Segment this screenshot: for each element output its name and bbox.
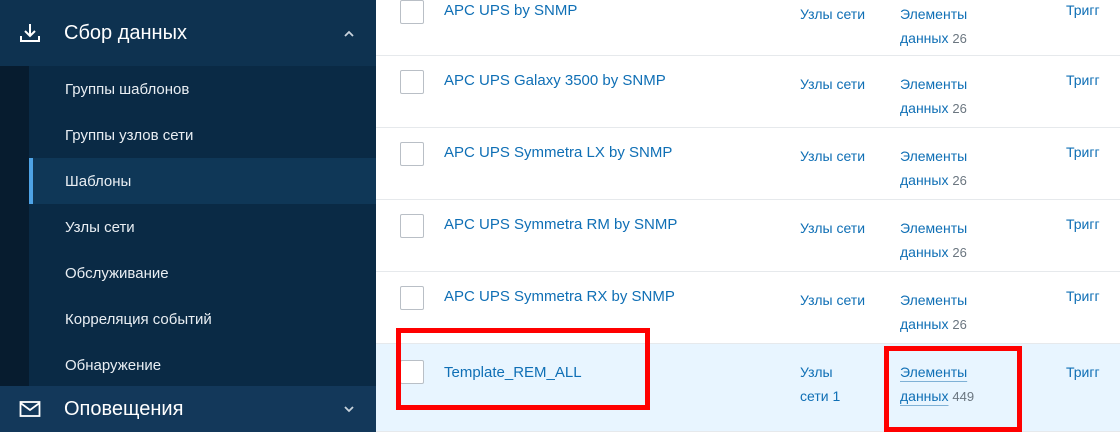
row-checkbox[interactable] <box>400 142 424 166</box>
items-word-1: Элементы <box>900 76 968 92</box>
envelope-icon <box>10 389 50 429</box>
sidebar-item-label: Узлы сети <box>65 218 135 236</box>
items-count: 26 <box>952 173 967 188</box>
triggers-link[interactable]: Тригг <box>1066 2 1100 18</box>
items-word-2: данных <box>900 316 949 332</box>
triggers-link[interactable]: Тригг <box>1066 288 1100 304</box>
hosts-link[interactable]: Узлы сети <box>800 2 865 26</box>
sidebar-item-template-groups[interactable]: Группы шаблонов <box>29 66 376 112</box>
menu-section-label: Оповещения <box>64 397 184 420</box>
items-word-2: данных <box>900 100 949 116</box>
sidebar-item-label: Шаблоны <box>65 172 132 190</box>
download-icon <box>10 13 50 53</box>
sidebar-item-label: Обнаружение <box>65 356 162 374</box>
items-word-1: Элементы <box>900 148 968 164</box>
hosts-link[interactable]: Узлы сети 1 <box>800 360 840 408</box>
menu-section-alerts[interactable]: Оповещения <box>0 386 376 432</box>
template-name-link[interactable]: APC UPS by SNMP <box>444 2 577 19</box>
row-checkbox[interactable] <box>400 0 424 24</box>
items-word-2: данных <box>900 244 949 260</box>
items-word-1: Элементы <box>900 220 968 236</box>
menu-section-label: Сбор данных <box>64 21 187 44</box>
items-word-2: данных <box>900 30 949 46</box>
row-checkbox[interactable] <box>400 70 424 94</box>
menu-section-data-collection[interactable]: Сбор данных <box>0 0 376 66</box>
chevron-up-icon <box>340 24 358 42</box>
sidebar-item-maintenance[interactable]: Обслуживание <box>29 250 376 296</box>
sidebar-item-templates[interactable]: Шаблоны <box>29 158 376 204</box>
triggers-link[interactable]: Тригг <box>1066 364 1100 380</box>
triggers-link[interactable]: Тригг <box>1066 72 1100 88</box>
sidebar-item-hosts[interactable]: Узлы сети <box>29 204 376 250</box>
sidebar-item-label: Обслуживание <box>65 264 169 282</box>
items-word-1: Элементы <box>900 6 968 22</box>
triggers-link[interactable]: Тригг <box>1066 144 1100 160</box>
triggers-link[interactable]: Тригг <box>1066 216 1100 232</box>
row-checkbox[interactable] <box>400 286 424 310</box>
hosts-link[interactable]: Узлы сети <box>800 288 865 312</box>
hosts-link[interactable]: Узлы сети <box>800 144 865 168</box>
annotation-box-template-name <box>396 328 650 410</box>
table-row: APC UPS Galaxy 3500 by SNMP Узлы сети Эл… <box>376 56 1120 128</box>
sidebar-item-host-groups[interactable]: Группы узлов сети <box>29 112 376 158</box>
row-checkbox[interactable] <box>400 214 424 238</box>
template-name-link[interactable]: APC UPS Symmetra RM by SNMP <box>444 216 677 233</box>
items-link[interactable]: Элементы данных 26 <box>900 216 967 265</box>
template-name-link[interactable]: APC UPS Galaxy 3500 by SNMP <box>444 72 666 89</box>
template-name-link[interactable]: APC UPS Symmetra RX by SNMP <box>444 288 675 305</box>
table-row: APC UPS Symmetra LX by SNMP Узлы сети Эл… <box>376 128 1120 200</box>
hosts-word-2: сети 1 <box>800 388 841 404</box>
sidebar: Сбор данных Группы шаблонов Группы узлов… <box>0 0 376 432</box>
items-count: 26 <box>952 245 967 260</box>
sidebar-item-discovery[interactable]: Обнаружение <box>29 342 376 388</box>
table-row: APC UPS by SNMP Узлы сети Элементы данны… <box>376 0 1120 56</box>
items-count: 26 <box>952 317 967 332</box>
items-word-1: Элементы <box>900 292 968 308</box>
items-link[interactable]: Элементы данных 26 <box>900 72 967 121</box>
items-link[interactable]: Элементы данных 26 <box>900 2 967 51</box>
hosts-word-1: Узлы <box>800 364 833 380</box>
sidebar-item-label: Корреляция событий <box>65 310 212 328</box>
items-link[interactable]: Элементы данных 26 <box>900 144 967 193</box>
items-count: 26 <box>952 101 967 116</box>
template-name-link[interactable]: APC UPS Symmetra LX by SNMP <box>444 144 672 161</box>
submenu-rail <box>0 66 29 386</box>
items-link[interactable]: Элементы данных 26 <box>900 288 967 337</box>
sidebar-item-label: Группы шаблонов <box>65 80 190 98</box>
submenu: Группы шаблонов Группы узлов сети Шаблон… <box>0 66 376 386</box>
sidebar-item-event-correlation[interactable]: Корреляция событий <box>29 296 376 342</box>
chevron-down-icon <box>340 400 358 418</box>
hosts-link[interactable]: Узлы сети <box>800 216 865 240</box>
items-word-2: данных <box>900 172 949 188</box>
hosts-link[interactable]: Узлы сети <box>800 72 865 96</box>
sidebar-item-label: Группы узлов сети <box>65 126 194 144</box>
table-row: APC UPS Symmetra RM by SNMP Узлы сети Эл… <box>376 200 1120 272</box>
items-count: 26 <box>952 31 967 46</box>
annotation-box-items <box>884 346 1022 432</box>
